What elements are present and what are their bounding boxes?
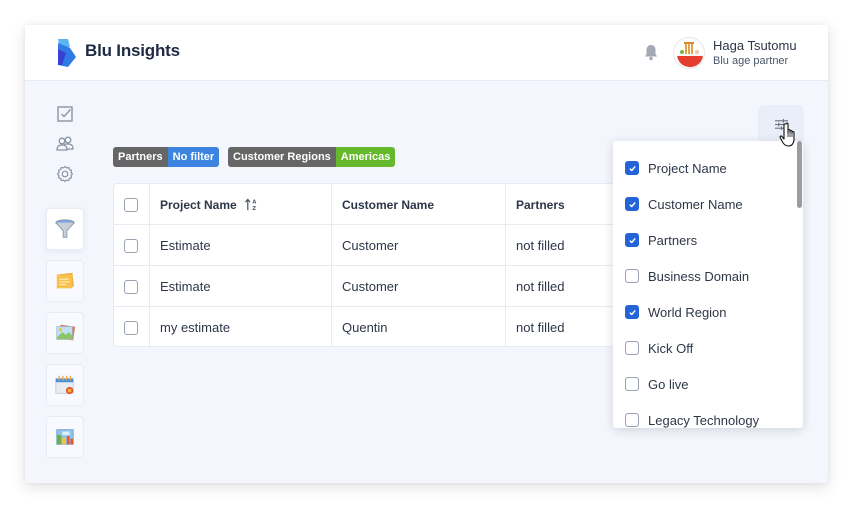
column-toggle-item[interactable]: Go live <box>613 366 793 402</box>
check-icon <box>628 309 636 316</box>
row-checkbox[interactable] <box>124 238 138 253</box>
ramen-bowl-icon <box>677 42 703 67</box>
dashboard-icon <box>56 429 74 445</box>
cell-customer-name: Customer <box>342 238 399 253</box>
checkbox-unchecked[interactable] <box>625 341 639 355</box>
column-toggle-item[interactable]: Business Domain <box>613 258 793 294</box>
filter-chip-partners[interactable]: Partners No filter <box>113 147 220 167</box>
column-header-project-name[interactable]: Project Name A Z <box>160 184 259 225</box>
column-toggle-label: Business Domain <box>648 268 750 284</box>
filter-value: Americas <box>335 147 396 167</box>
column-toggle-label: Go live <box>648 376 689 392</box>
checkbox-unchecked[interactable] <box>625 377 639 391</box>
filter-key: Partners <box>113 147 168 167</box>
row-checkbox[interactable] <box>124 320 138 335</box>
column-settings-button[interactable] <box>758 105 804 143</box>
filter-chip-customer-regions[interactable]: Customer Regions Americas <box>228 147 396 167</box>
cell-partners: not filled <box>516 279 565 294</box>
column-header-customer-name[interactable]: Customer Name <box>342 184 434 225</box>
scrollbar-thumb[interactable] <box>797 141 802 208</box>
sidebar-card-calendar[interactable] <box>46 364 84 406</box>
checkbox-checked[interactable] <box>625 161 639 175</box>
sliders-icon <box>774 118 788 130</box>
check-icon <box>628 165 636 172</box>
checkbox-checked[interactable] <box>625 233 639 247</box>
bell-icon[interactable] <box>643 44 659 61</box>
cell-partners: not filled <box>516 320 565 335</box>
sidebar-card-gallery[interactable] <box>46 312 84 354</box>
table-row[interactable]: Estimate Customer not filled <box>114 266 632 307</box>
check-icon <box>628 237 636 244</box>
column-toggle-item[interactable]: Customer Name <box>613 186 793 222</box>
filter-key: Customer Regions <box>228 147 336 167</box>
blu-insights-logo-icon <box>58 39 76 67</box>
checkbox-unchecked[interactable] <box>625 269 639 283</box>
sidebar-card-filter[interactable] <box>46 208 84 250</box>
column-toggle-item[interactable]: World Region <box>613 294 793 330</box>
column-header-label: Project Name <box>160 197 237 212</box>
app-window: Blu Insights Haga Tsutomu Blu age partne… <box>25 25 828 483</box>
table-row[interactable]: my estimate Quentin not filled <box>114 307 632 346</box>
column-header-partners[interactable]: Partners <box>516 184 565 225</box>
cell-customer-name: Quentin <box>342 320 388 335</box>
sidebar-card-notes[interactable] <box>46 260 84 302</box>
user-name[interactable]: Haga Tsutomu <box>713 38 797 53</box>
users-icon[interactable] <box>55 134 75 154</box>
svg-text:Z: Z <box>252 206 256 211</box>
funnel-icon <box>55 219 75 238</box>
sort-alpha-asc-icon[interactable]: A Z <box>244 198 259 211</box>
sticky-note-icon <box>56 272 74 289</box>
user-avatar[interactable] <box>673 37 705 69</box>
column-toggle-item[interactable]: Project Name <box>613 150 793 186</box>
filter-value: No filter <box>167 147 220 167</box>
checkbox-unchecked[interactable] <box>625 413 639 427</box>
table-header-row: Project Name A Z Customer Name Partners <box>114 184 632 225</box>
row-checkbox[interactable] <box>124 279 138 294</box>
gear-icon[interactable] <box>55 164 75 184</box>
column-toggle-item[interactable]: Partners <box>613 222 793 258</box>
svg-text:A: A <box>252 200 256 206</box>
column-toggle-label: Project Name <box>648 160 727 176</box>
column-toggle-label: Customer Name <box>648 196 743 212</box>
cell-project-name: Estimate <box>160 238 211 253</box>
column-toggle-item[interactable]: Legacy Technology <box>613 402 793 428</box>
top-header: Blu Insights Haga Tsutomu Blu age partne… <box>25 25 828 81</box>
cell-project-name: Estimate <box>160 279 211 294</box>
checkbox-checked[interactable] <box>625 197 639 211</box>
cell-customer-name: Customer <box>342 279 399 294</box>
checkbox-checked[interactable] <box>625 305 639 319</box>
column-toggle-label: Partners <box>648 232 698 248</box>
cell-partners: not filled <box>516 238 565 253</box>
checkbox-icon[interactable] <box>55 104 75 124</box>
picture-icon <box>56 324 76 341</box>
table-row[interactable]: Estimate Customer not filled <box>114 225 632 266</box>
user-role: Blu age partner <box>713 55 789 67</box>
select-all-checkbox[interactable] <box>124 197 138 212</box>
column-toggle-label: World Region <box>648 304 727 320</box>
column-toggle-item[interactable]: Kick Off <box>613 330 793 366</box>
column-visibility-menu: Project Name Customer Name Partners Busines… <box>613 141 803 428</box>
column-toggle-label: Kick Off <box>648 340 694 356</box>
calendar-icon <box>55 375 74 395</box>
sidebar-card-dashboard[interactable] <box>46 416 84 458</box>
brand-name: Blu Insights <box>85 41 180 60</box>
projects-table: Project Name A Z Customer Name Partners … <box>113 183 633 347</box>
column-toggle-label: Legacy Technology <box>648 412 760 428</box>
check-icon <box>628 201 636 208</box>
cell-project-name: my estimate <box>160 320 231 335</box>
